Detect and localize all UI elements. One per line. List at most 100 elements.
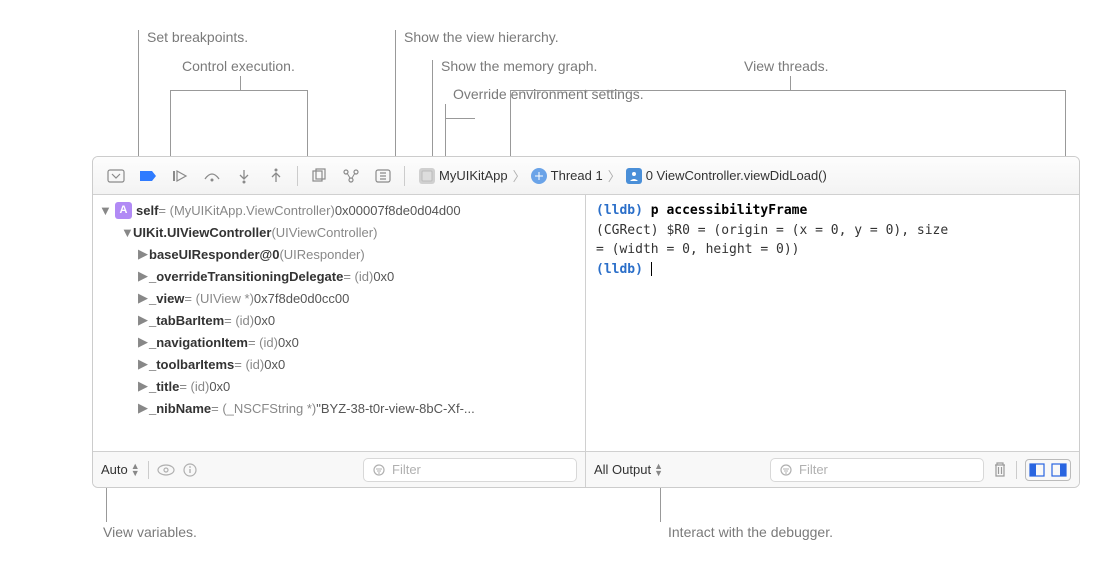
- filter-icon: [779, 463, 793, 477]
- variable-type: = (_NSCFString *): [211, 401, 316, 416]
- console-output-selector[interactable]: All Output ▲▼: [594, 462, 663, 477]
- chevron-right-icon: 〉: [605, 166, 624, 185]
- annotation-control-execution: Control execution.: [182, 58, 295, 74]
- console-footer: All Output ▲▼: [586, 452, 1079, 487]
- show-variables-pane-button[interactable]: [1026, 460, 1048, 480]
- variable-type: = (UIView *): [184, 291, 253, 306]
- variable-name: baseUIResponder@0: [149, 247, 279, 262]
- selector-label: Auto: [101, 462, 128, 477]
- hide-debug-area-button[interactable]: [101, 162, 131, 190]
- variable-row[interactable]: ▶ _tabBarItem = (id) 0x0: [93, 309, 585, 331]
- lldb-prompt: (lldb): [596, 262, 643, 277]
- variable-row[interactable]: ▶ _title = (id) 0x0: [93, 375, 585, 397]
- console-command: p accessibilityFrame: [651, 203, 808, 218]
- app-icon: [419, 168, 435, 184]
- console-view[interactable]: (lldb) p accessibilityFrame (CGRect) $R0…: [586, 195, 1079, 451]
- variable-type: = (id): [248, 335, 278, 350]
- variable-name: _view: [149, 291, 184, 306]
- console-output: (CGRect) $R0 = (origin = (x = 0, y = 0),…: [596, 221, 1069, 241]
- annotation-view-threads: View threads.: [744, 58, 829, 74]
- annotation-interact-debugger: Interact with the debugger.: [668, 524, 833, 540]
- info-icon[interactable]: [183, 463, 197, 477]
- console-filter-input[interactable]: [799, 462, 975, 477]
- annotation-memory-graph: Show the memory graph.: [441, 58, 597, 74]
- variables-filter-field[interactable]: [363, 458, 577, 482]
- stepper-icon: ▲▼: [654, 463, 663, 477]
- disclosure-triangle-icon[interactable]: ▶: [137, 334, 149, 350]
- debugger-window: MyUIKitApp 〉 Thread 1 〉 0 ViewController…: [92, 156, 1080, 488]
- variable-value: 0x0: [373, 269, 394, 284]
- annotation-line: [790, 76, 791, 90]
- variable-name: _tabBarItem: [149, 313, 224, 328]
- variable-row[interactable]: ▶ _nibName = (_NSCFString *) "BYZ-38-t0r…: [93, 397, 585, 419]
- variables-footer: Auto ▲▼: [93, 452, 586, 487]
- environment-overrides-button[interactable]: [368, 162, 398, 190]
- disclosure-triangle-icon[interactable]: ▶: [137, 378, 149, 394]
- step-into-button[interactable]: [229, 162, 259, 190]
- toolbar-separator: [297, 166, 298, 186]
- variable-row[interactable]: ▶ _overrideTransitioningDelegate = (id) …: [93, 265, 585, 287]
- variables-view[interactable]: ▼ A self = (MyUIKitApp.ViewController) 0…: [93, 195, 586, 451]
- annotation-view-hierarchy: Show the view hierarchy.: [404, 29, 559, 45]
- variable-name: _title: [149, 379, 179, 394]
- breadcrumb-frame: 0 ViewController.viewDidLoad(): [646, 168, 827, 183]
- disclosure-triangle-icon[interactable]: ▶: [137, 312, 149, 328]
- separator: [1016, 461, 1017, 479]
- selector-label: All Output: [594, 462, 651, 477]
- variable-value: "BYZ-38-t0r-view-8bC-Xf-...: [316, 401, 474, 416]
- annotation-line: [138, 30, 139, 160]
- disclosure-triangle-icon[interactable]: ▼: [121, 225, 133, 240]
- frame-icon: [626, 168, 642, 184]
- memory-graph-button[interactable]: [336, 162, 366, 190]
- variable-kind-badge: A: [115, 202, 132, 219]
- disclosure-triangle-icon[interactable]: ▶: [137, 400, 149, 416]
- continue-button[interactable]: [165, 162, 195, 190]
- disclosure-triangle-icon[interactable]: ▼: [99, 203, 111, 218]
- chevron-right-icon: 〉: [510, 166, 529, 185]
- console-filter-field[interactable]: [770, 458, 984, 482]
- annotation-bracket: [170, 90, 308, 158]
- variable-type: (UIViewController): [271, 225, 377, 240]
- variable-row[interactable]: ▶ _navigationItem = (id) 0x0: [93, 331, 585, 353]
- variable-type: = (id): [224, 313, 254, 328]
- view-hierarchy-button[interactable]: [304, 162, 334, 190]
- variables-scope-selector[interactable]: Auto ▲▼: [101, 462, 140, 477]
- debug-bottom-bar: Auto ▲▼ All Output ▲▼: [93, 451, 1079, 487]
- clear-console-button[interactable]: [992, 461, 1008, 479]
- lldb-prompt: (lldb): [596, 203, 643, 218]
- variables-filter-input[interactable]: [392, 462, 568, 477]
- step-over-button[interactable]: [197, 162, 227, 190]
- variable-type: (UIResponder): [279, 247, 364, 262]
- variable-name: _navigationItem: [149, 335, 248, 350]
- variable-type: = (id): [234, 357, 264, 372]
- variable-value: 0x00007f8de0d04d00: [335, 203, 461, 218]
- annotation-line: [240, 76, 241, 90]
- variable-name: _overrideTransitioningDelegate: [149, 269, 343, 284]
- annotation-bracket: [445, 118, 475, 158]
- variable-row[interactable]: ▶ baseUIResponder@0 (UIResponder): [93, 243, 585, 265]
- disclosure-triangle-icon[interactable]: ▶: [137, 290, 149, 306]
- variable-row-self[interactable]: ▼ A self = (MyUIKitApp.ViewController) 0…: [93, 199, 585, 221]
- debug-panes: ▼ A self = (MyUIKitApp.ViewController) 0…: [93, 195, 1079, 451]
- pane-visibility-toggle: [1025, 459, 1071, 481]
- console-line: (lldb) p accessibilityFrame: [596, 201, 1069, 221]
- console-output: = (width = 0, height = 0)): [596, 240, 1069, 260]
- quicklook-icon[interactable]: [157, 464, 175, 476]
- disclosure-triangle-icon[interactable]: ▶: [137, 246, 149, 262]
- variable-row[interactable]: ▼ UIKit.UIViewController (UIViewControll…: [93, 221, 585, 243]
- variable-type: = (id): [179, 379, 209, 394]
- variable-name: _nibName: [149, 401, 211, 416]
- breakpoints-toggle-button[interactable]: [133, 162, 163, 190]
- step-out-button[interactable]: [261, 162, 291, 190]
- show-console-pane-button[interactable]: [1048, 460, 1070, 480]
- disclosure-triangle-icon[interactable]: ▶: [137, 356, 149, 372]
- thread-breadcrumb[interactable]: MyUIKitApp 〉 Thread 1 〉 0 ViewController…: [411, 166, 1071, 185]
- breadcrumb-app: MyUIKitApp: [439, 168, 508, 183]
- variable-value: 0x0: [209, 379, 230, 394]
- annotation-line: [395, 30, 396, 160]
- variable-value: 0x0: [264, 357, 285, 372]
- variable-row[interactable]: ▶ _toolbarItems = (id) 0x0: [93, 353, 585, 375]
- disclosure-triangle-icon[interactable]: ▶: [137, 268, 149, 284]
- variable-row[interactable]: ▶ _view = (UIView *) 0x7f8de0d0cc00: [93, 287, 585, 309]
- console-line: (lldb): [596, 260, 1069, 280]
